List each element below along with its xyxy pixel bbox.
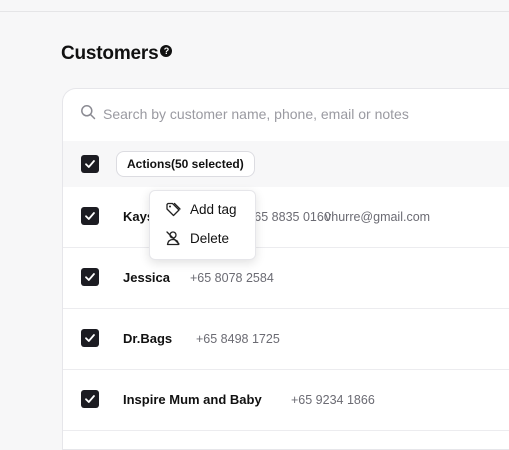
table-row[interactable]: Inspire Mum and Baby +65 9234 1866 — [63, 370, 509, 431]
row-checkbox[interactable] — [81, 268, 99, 286]
row-checkbox[interactable] — [81, 207, 99, 225]
customer-phone: +65 9234 1866 — [291, 393, 375, 407]
check-icon — [85, 212, 95, 220]
customer-name: Dr.Bags — [123, 331, 173, 346]
menu-item-add-tag[interactable]: Add tag — [165, 201, 237, 217]
menu-item-delete[interactable]: Delete — [165, 230, 229, 246]
help-icon[interactable]: ? — [160, 45, 173, 57]
top-bar — [0, 0, 509, 12]
actions-menu: Add tag Delete — [149, 190, 256, 260]
actions-button[interactable]: Actions(50 selected) — [116, 151, 255, 177]
check-icon — [85, 395, 95, 403]
customer-name: Jessica — [123, 270, 170, 285]
search-row — [63, 89, 509, 142]
bulk-actions-row: Actions(50 selected) — [63, 141, 509, 188]
page-title: Customers — [61, 43, 159, 64]
menu-item-label: Add tag — [190, 201, 237, 217]
select-all-checkbox[interactable] — [81, 155, 99, 173]
customer-name: Inspire Mum and Baby — [123, 392, 262, 407]
title-row: Customers ? — [61, 43, 173, 65]
delete-user-icon — [166, 231, 180, 246]
customers-card: Actions(50 selected) Kays +65 8835 0160 … — [62, 88, 509, 450]
row-checkbox[interactable] — [81, 329, 99, 347]
customer-phone: +65 8078 2584 — [190, 271, 274, 285]
search-input[interactable] — [103, 103, 503, 125]
table-row[interactable]: Jessica +65 8078 2584 — [63, 248, 509, 309]
menu-item-label: Delete — [190, 230, 230, 246]
customer-phone: +65 8835 0160 — [247, 210, 331, 224]
check-icon — [85, 273, 95, 281]
check-icon — [85, 160, 95, 168]
customer-phone: +65 8498 1725 — [196, 332, 280, 346]
table-row[interactable]: Kays +65 8835 0160 vhurre@gmail.com — [63, 187, 509, 248]
table-row[interactable]: Dr.Bags +65 8498 1725 — [63, 309, 509, 370]
row-checkbox[interactable] — [81, 390, 99, 408]
tag-icon — [166, 202, 181, 217]
customer-email: vhurre@gmail.com — [325, 210, 431, 224]
search-icon — [81, 105, 96, 120]
check-icon — [85, 334, 95, 342]
